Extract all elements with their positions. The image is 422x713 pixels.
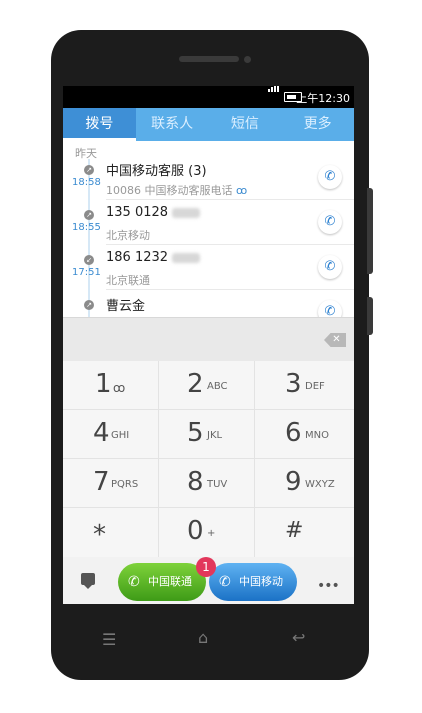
call-log-entry[interactable]: ↗ 18:55 135 0128 北京移动 ✆ <box>63 200 354 245</box>
front-camera <box>244 56 251 63</box>
phone-icon: ✆ <box>128 574 140 590</box>
status-bar: 上午12:30 <box>63 86 354 108</box>
key-hash[interactable]: # <box>255 508 354 557</box>
call-button[interactable]: ✆ <box>318 210 342 234</box>
tab-bar: 拨号 联系人 短信 更多 <box>63 108 354 141</box>
key-1[interactable]: 1ꝏ <box>63 361 159 410</box>
dial-keypad: 1ꝏ 2 ABC 3 DEF 4 GHI 5 JKL 6 MNO 7 PQRS 8 TUV 9… <box>63 361 354 557</box>
call-sim1-button[interactable]: ✆ 中国联通 <box>118 563 206 601</box>
outgoing-call-icon: ↗ <box>84 300 94 310</box>
screen: 上午12:30 拨号 联系人 短信 更多 昨天 ↗ 18:58 中国移动客服 (… <box>63 86 354 604</box>
caller-subtitle: 北京移动 <box>106 229 150 242</box>
backspace-icon[interactable]: ✕ <box>324 333 346 347</box>
volume-button[interactable] <box>367 188 373 274</box>
key-3[interactable]: 3 DEF <box>255 361 354 410</box>
call-time: 18:58 <box>72 177 101 188</box>
caller-subtitle: 北京联通 <box>106 274 150 287</box>
key-2[interactable]: 2 ABC <box>159 361 255 410</box>
call-log-entry[interactable]: ↙ 17:51 186 1232 北京联通 ✆ <box>63 245 354 290</box>
voicemail-icon: ꝏ <box>113 381 126 395</box>
tab-messages[interactable]: 短信 <box>209 108 282 141</box>
voicemail-icon: ꝏ <box>236 184 248 197</box>
call-log-entry[interactable]: ↗ 18:58 中国移动客服 (3) 10086 中国移动客服电话 ꝏ ✆ <box>63 155 354 200</box>
dialpad-toggle-icon[interactable] <box>81 573 95 589</box>
back-icon[interactable]: ↩ <box>292 628 305 647</box>
phone-icon: ✆ <box>219 574 231 590</box>
call-log: 昨天 ↗ 18:58 中国移动客服 (3) 10086 中国移动客服电话 ꝏ ✆… <box>63 141 354 324</box>
incoming-call-icon: ↙ <box>84 255 94 265</box>
caller-name: 中国移动客服 (3) <box>106 164 207 179</box>
number-input[interactable]: ✕ <box>63 317 354 362</box>
caller-name: 186 1232 <box>106 250 201 265</box>
notification-badge: 1 <box>196 557 216 577</box>
caller-name: 135 0128 <box>106 205 201 220</box>
key-7[interactable]: 7 PQRS <box>63 459 159 508</box>
outgoing-call-icon: ↗ <box>84 165 94 175</box>
home-icon[interactable]: ⌂ <box>198 628 208 647</box>
call-sim2-button[interactable]: ✆ 中国移动 <box>209 563 297 601</box>
key-9[interactable]: 9 WXYZ <box>255 459 354 508</box>
call-button[interactable]: ✆ <box>318 255 342 279</box>
call-button[interactable]: ✆ <box>318 165 342 189</box>
outgoing-call-icon: ↗ <box>84 210 94 220</box>
tab-dial[interactable]: 拨号 <box>63 108 136 141</box>
more-options-icon[interactable]: ••• <box>317 578 340 594</box>
bottom-bar: ✆ 中国联通 ✆ 中国移动 1 ••• <box>63 557 354 604</box>
key-4[interactable]: 4 GHI <box>63 410 159 459</box>
redacted-digits <box>172 252 201 263</box>
call-time: 18:55 <box>72 222 101 233</box>
tab-contacts[interactable]: 联系人 <box>136 108 209 141</box>
key-0[interactable]: 0 + <box>159 508 255 557</box>
call-time: 17:51 <box>72 267 101 278</box>
caller-name: 曹云金 <box>106 299 146 314</box>
status-time: 上午12:30 <box>296 92 350 105</box>
menu-icon[interactable]: ☰ <box>102 630 116 649</box>
key-5[interactable]: 5 JKL <box>159 410 255 459</box>
speaker-grille <box>179 56 239 62</box>
power-button[interactable] <box>367 297 373 335</box>
key-6[interactable]: 6 MNO <box>255 410 354 459</box>
caller-subtitle: 10086 中国移动客服电话 ꝏ <box>106 184 248 197</box>
redacted-digits <box>172 207 201 218</box>
tab-more[interactable]: 更多 <box>281 108 354 141</box>
key-star[interactable]: * <box>63 508 159 557</box>
key-8[interactable]: 8 TUV <box>159 459 255 508</box>
